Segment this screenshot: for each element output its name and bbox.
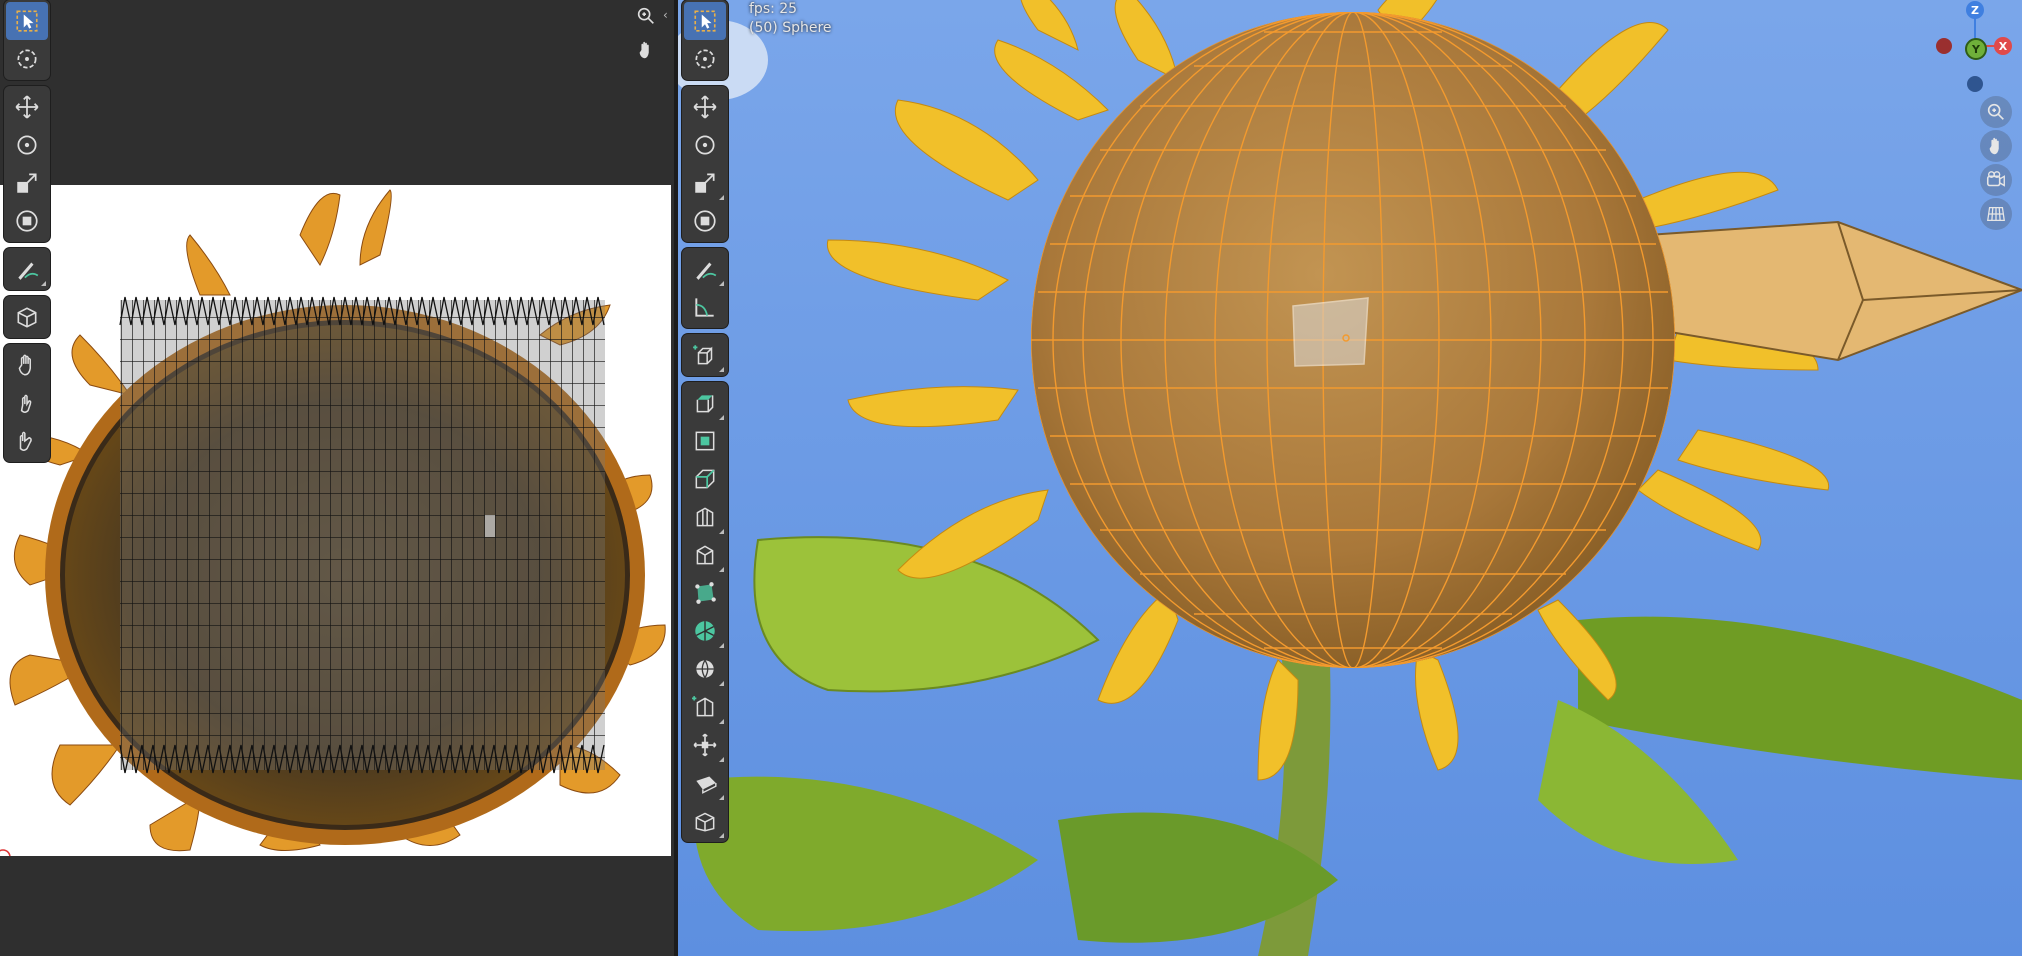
uv-cube-icon xyxy=(17,307,37,328)
rotate-icon xyxy=(17,135,37,155)
select-box-icon xyxy=(16,10,38,32)
poly-build-tool[interactable] xyxy=(684,574,726,612)
transform-icon xyxy=(16,210,38,232)
move-icon xyxy=(693,95,717,119)
collapse-arrow-icon[interactable]: ‹ xyxy=(663,8,668,22)
uv-pan-button[interactable] xyxy=(630,34,662,66)
shear-tool[interactable] xyxy=(684,764,726,802)
spin-tool[interactable] xyxy=(684,612,726,650)
bevel-icon xyxy=(695,469,715,489)
inset-tool[interactable] xyxy=(684,422,726,460)
camera-view-button[interactable] xyxy=(1980,164,2012,196)
rotate-icon xyxy=(695,135,715,155)
zoom-icon xyxy=(637,7,654,24)
annotate-tool[interactable] xyxy=(684,250,726,288)
gizmo-x-axis[interactable]: X xyxy=(1994,37,2012,55)
uv-zoom-button[interactable] xyxy=(630,0,662,32)
move-tool[interactable] xyxy=(684,88,726,126)
move-icon xyxy=(15,95,39,119)
scale-icon xyxy=(695,173,715,193)
annotate-icon xyxy=(18,262,39,280)
cursor-icon xyxy=(17,49,37,69)
perspective-toggle-button[interactable] xyxy=(1980,198,2012,230)
bevel-tool[interactable] xyxy=(684,460,726,498)
transform-tool[interactable] xyxy=(684,202,726,240)
rip-region-icon xyxy=(695,812,715,832)
loop-cut-icon xyxy=(696,507,714,527)
uv-grab-tool[interactable] xyxy=(6,346,48,384)
fps-readout: fps: 25 xyxy=(749,1,798,17)
add-cube-tool[interactable] xyxy=(684,336,726,374)
uv-transform-tool[interactable] xyxy=(6,202,48,240)
uv-rotate-tool[interactable] xyxy=(6,126,48,164)
rotate-tool[interactable] xyxy=(684,126,726,164)
uv-texture-canvas[interactable] xyxy=(0,185,671,856)
uv-pinch-tool[interactable] xyxy=(6,422,48,460)
uv-scale-tool[interactable] xyxy=(6,164,48,202)
shrink-fatten-icon xyxy=(693,733,717,757)
transform-icon xyxy=(694,210,716,232)
sunflower-uv-image xyxy=(0,189,666,856)
scale-icon xyxy=(17,173,37,193)
select-box-tool[interactable] xyxy=(684,2,726,40)
select-box-icon xyxy=(694,10,716,32)
hand-pan-icon xyxy=(639,41,649,59)
uv-cursor-tool[interactable] xyxy=(6,40,48,78)
uv-select-box-tool[interactable] xyxy=(6,2,48,40)
measure-tool[interactable] xyxy=(684,288,726,326)
spin-icon xyxy=(695,621,715,641)
gizmo-z-axis[interactable]: Z xyxy=(1966,1,1984,19)
grab-hand-icon xyxy=(18,354,32,376)
uv-box-tool[interactable] xyxy=(6,298,48,336)
uv-relax-tool[interactable] xyxy=(6,384,48,422)
navigation-gizmo[interactable]: Z X Y xyxy=(1924,0,2014,100)
uv-toolbar xyxy=(4,0,50,468)
annotate-icon xyxy=(696,262,717,280)
inset-faces-icon xyxy=(695,431,715,451)
viewport-pan-button[interactable] xyxy=(1980,130,2012,162)
cursor-tool[interactable] xyxy=(684,40,726,78)
active-object-label: (50) Sphere xyxy=(749,20,832,36)
hand-pan-icon xyxy=(1989,137,1999,155)
loop-cut-tool[interactable] xyxy=(684,498,726,536)
smooth-tool[interactable] xyxy=(684,650,726,688)
shear-icon xyxy=(696,776,717,794)
relax-hand-icon xyxy=(20,394,32,413)
shrink-fatten-tool[interactable] xyxy=(684,726,726,764)
knife-tool[interactable] xyxy=(684,536,726,574)
edge-slide-icon xyxy=(692,696,714,717)
camera-icon xyxy=(1986,171,2005,187)
viewport-toolbar xyxy=(682,0,728,848)
scale-tool[interactable] xyxy=(684,164,726,202)
uv-move-tool[interactable] xyxy=(6,88,48,126)
edge-slide-tool[interactable] xyxy=(684,688,726,726)
add-cube-icon xyxy=(693,345,713,365)
gizmo-neg-z-axis[interactable] xyxy=(1967,76,1983,92)
ruler-icon xyxy=(695,298,714,317)
gizmo-y-axis[interactable]: Y xyxy=(1965,38,1987,60)
smooth-sphere-icon xyxy=(696,659,714,679)
extrude-tool[interactable] xyxy=(684,384,726,422)
sunflower-background-image xyxy=(678,0,2022,956)
uv-editor-panel[interactable]: ‹ xyxy=(0,0,674,956)
extrude-icon xyxy=(696,395,714,413)
pinch-hand-icon xyxy=(19,431,32,451)
3d-viewport[interactable]: fps: 25 (50) Sphere Z X Y xyxy=(678,0,2022,956)
gizmo-neg-x-axis[interactable] xyxy=(1936,38,1952,54)
cursor-icon xyxy=(695,49,715,69)
poly-build-icon xyxy=(695,582,716,604)
grid-perspective-icon xyxy=(1987,206,2005,222)
viewport-zoom-button[interactable] xyxy=(1980,96,2012,128)
rip-tool[interactable] xyxy=(684,802,726,840)
uv-annotate-tool[interactable] xyxy=(6,250,48,288)
knife-icon xyxy=(696,545,714,565)
zoom-icon xyxy=(1987,103,2004,120)
